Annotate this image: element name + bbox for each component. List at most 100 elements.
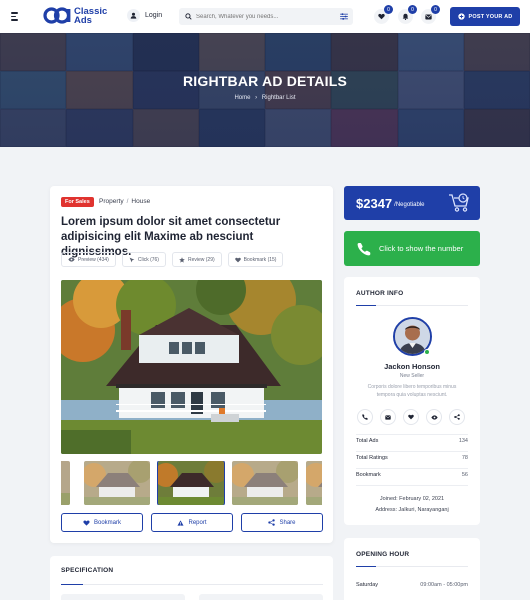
star-icon xyxy=(179,256,185,263)
breadcrumb-current: Rightbar List xyxy=(261,95,296,101)
preview-stat-label: Preview (434) xyxy=(78,256,109,263)
ad-stats: Preview (434) Click (76) Review (29) Boo… xyxy=(61,252,284,267)
favorites-badge: 0 xyxy=(384,5,393,14)
specification-card: SPECIFICATION xyxy=(50,556,333,600)
report-button-label: Report xyxy=(188,519,207,526)
cursor-icon xyxy=(129,257,135,262)
favorites-button[interactable]: 0 xyxy=(374,5,393,24)
review-stat: Review (29) xyxy=(171,252,222,267)
opening-hours: 09:00am - 05:00pm xyxy=(420,582,468,588)
logo-line-2: Ads xyxy=(74,14,92,26)
author-stat-row: Total Ads 134 xyxy=(356,438,468,444)
author-stat-row: Total Ratings 78 xyxy=(356,455,468,461)
online-status-dot xyxy=(424,349,430,355)
banner-overlay xyxy=(0,33,530,147)
thumbnail-active[interactable] xyxy=(157,461,225,505)
author-description: Corporis dolore libero temporibus minus … xyxy=(367,384,457,398)
post-your-ad-button[interactable]: POST YOUR AD xyxy=(450,7,520,26)
author-stat-label: Total Ads xyxy=(356,438,379,444)
heart-icon xyxy=(234,257,241,262)
share-author-button[interactable] xyxy=(449,409,465,425)
row-divider xyxy=(356,485,468,486)
author-stat-value: 78 xyxy=(461,455,468,461)
thumbnail[interactable] xyxy=(61,461,70,505)
show-number-button[interactable]: Click to show the number xyxy=(344,231,480,266)
opening-hour-row: Saturday 09:00am - 05:00pm xyxy=(356,582,468,588)
author-stat-label: Total Ratings xyxy=(356,455,388,461)
show-number-label: Click to show the number xyxy=(379,244,464,253)
breadcrumb-separator-icon: › xyxy=(255,95,258,101)
opening-day: Saturday xyxy=(356,582,379,588)
review-stat-label: Review (29) xyxy=(187,256,215,263)
cart-icon xyxy=(449,193,469,212)
envelope-icon xyxy=(385,414,391,420)
author-role: New Seller xyxy=(399,373,425,379)
specification-title: SPECIFICATION xyxy=(61,567,114,574)
report-button[interactable]: Report xyxy=(151,513,233,532)
house-photo xyxy=(61,280,322,454)
view-profile-button[interactable] xyxy=(426,409,442,425)
author-name[interactable]: Jackon Honson xyxy=(344,362,480,371)
eye-icon xyxy=(430,414,438,420)
heart-icon xyxy=(83,520,90,526)
login-label: Login xyxy=(145,12,163,19)
specification-item xyxy=(61,594,185,600)
heart-icon xyxy=(408,414,414,420)
phone-icon xyxy=(357,242,371,255)
author-address: Address: Jalkuri, Narayanganj xyxy=(375,507,449,513)
warning-icon xyxy=(177,519,184,526)
search-input[interactable] xyxy=(196,13,336,20)
login-link[interactable]: Login xyxy=(127,9,162,22)
thumbnail-image xyxy=(306,461,322,505)
bell-icon xyxy=(402,13,409,20)
author-stat-row: Bookmark 56 xyxy=(356,472,468,478)
phone-icon xyxy=(362,414,368,420)
price-amount: $2347 xyxy=(356,195,393,211)
category-link[interactable]: Property xyxy=(99,198,124,205)
plus-circle-icon xyxy=(457,13,465,20)
click-stat: Click (76) xyxy=(121,252,166,267)
photo-thumbnails xyxy=(61,461,322,505)
ad-details-card: For Sales Property / House Lorem ipsum dol… xyxy=(50,186,333,543)
author-joined-date: Joined: February 02, 2021 xyxy=(379,496,445,502)
breadcrumb-home[interactable]: Home xyxy=(234,95,250,101)
thumbnail-image xyxy=(232,461,298,505)
search-icon xyxy=(185,13,192,20)
price-note: /Negotiable xyxy=(394,201,425,208)
section-divider xyxy=(356,566,468,567)
menu-toggle-button[interactable] xyxy=(11,10,24,23)
ad-main-photo[interactable] xyxy=(61,280,322,454)
phone-contact-button[interactable] xyxy=(357,409,373,425)
thumbnail[interactable] xyxy=(84,461,150,505)
user-icon xyxy=(127,9,140,22)
bookmark-button-label: Bookmark xyxy=(93,519,121,526)
share-icon xyxy=(454,414,460,420)
price-box: $2347 /Negotiable xyxy=(344,186,480,220)
email-contact-button[interactable] xyxy=(380,409,396,425)
thumbnail-image xyxy=(61,461,70,505)
thumbnail[interactable] xyxy=(306,461,322,505)
share-button[interactable]: Share xyxy=(241,513,323,532)
logo[interactable]: Classic Ads xyxy=(43,6,107,25)
click-stat-label: Click (76) xyxy=(137,256,159,263)
author-stat-label: Bookmark xyxy=(356,472,381,478)
search-bar[interactable] xyxy=(179,8,353,25)
row-divider xyxy=(356,451,468,452)
author-info-card: AUTHOR INFO Jackon Honson New Seller Cor… xyxy=(344,277,480,525)
section-divider xyxy=(356,305,468,306)
thumbnail-image xyxy=(158,461,224,505)
filter-icon[interactable] xyxy=(340,13,348,20)
heart-icon xyxy=(378,13,385,20)
row-divider xyxy=(356,434,468,435)
ad-actions: Bookmark Report Share xyxy=(61,513,323,532)
thumbnail[interactable] xyxy=(232,461,298,505)
post-your-ad-label: POST YOUR AD xyxy=(468,13,513,20)
specification-items xyxy=(61,594,323,600)
bookmark-button[interactable]: Bookmark xyxy=(61,513,143,532)
messages-button[interactable]: 0 xyxy=(421,5,440,24)
section-divider xyxy=(61,584,323,585)
thumbnail-image xyxy=(84,461,150,505)
subcategory-link[interactable]: House xyxy=(131,198,150,205)
notifications-button[interactable]: 0 xyxy=(398,5,417,24)
favorite-author-button[interactable] xyxy=(403,409,419,425)
